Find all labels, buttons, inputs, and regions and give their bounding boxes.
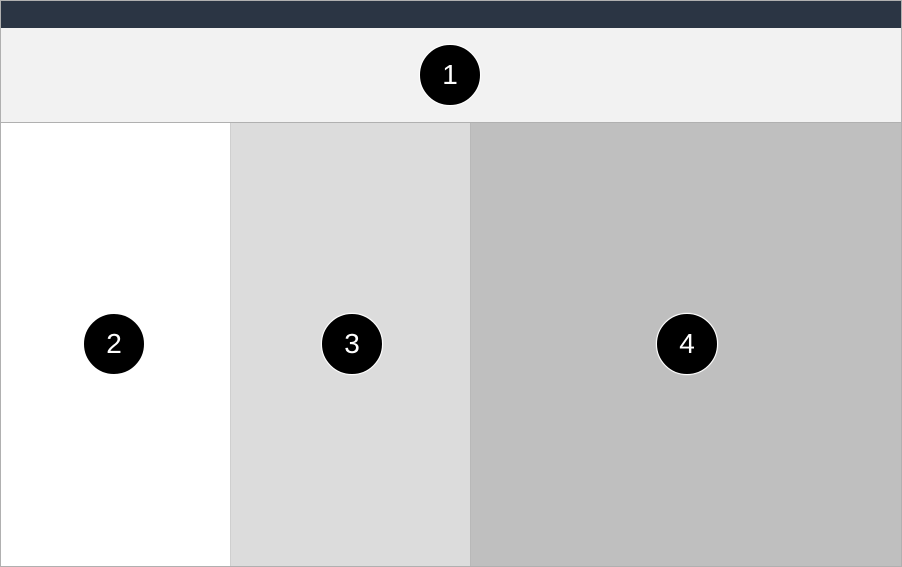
right-column-region: 4 [470, 123, 901, 566]
left-column-region: 2 [1, 123, 230, 566]
content-row: 2 3 4 [1, 123, 901, 566]
region-marker-4: 4 [656, 313, 718, 375]
middle-column-region: 3 [230, 123, 470, 566]
region-marker-2: 2 [83, 313, 145, 375]
region-marker-1: 1 [419, 44, 481, 106]
region-marker-3: 3 [321, 313, 383, 375]
header-region: 1 [1, 28, 901, 123]
title-bar-region [1, 1, 901, 28]
layout-wireframe: 1 2 3 4 [0, 0, 902, 567]
